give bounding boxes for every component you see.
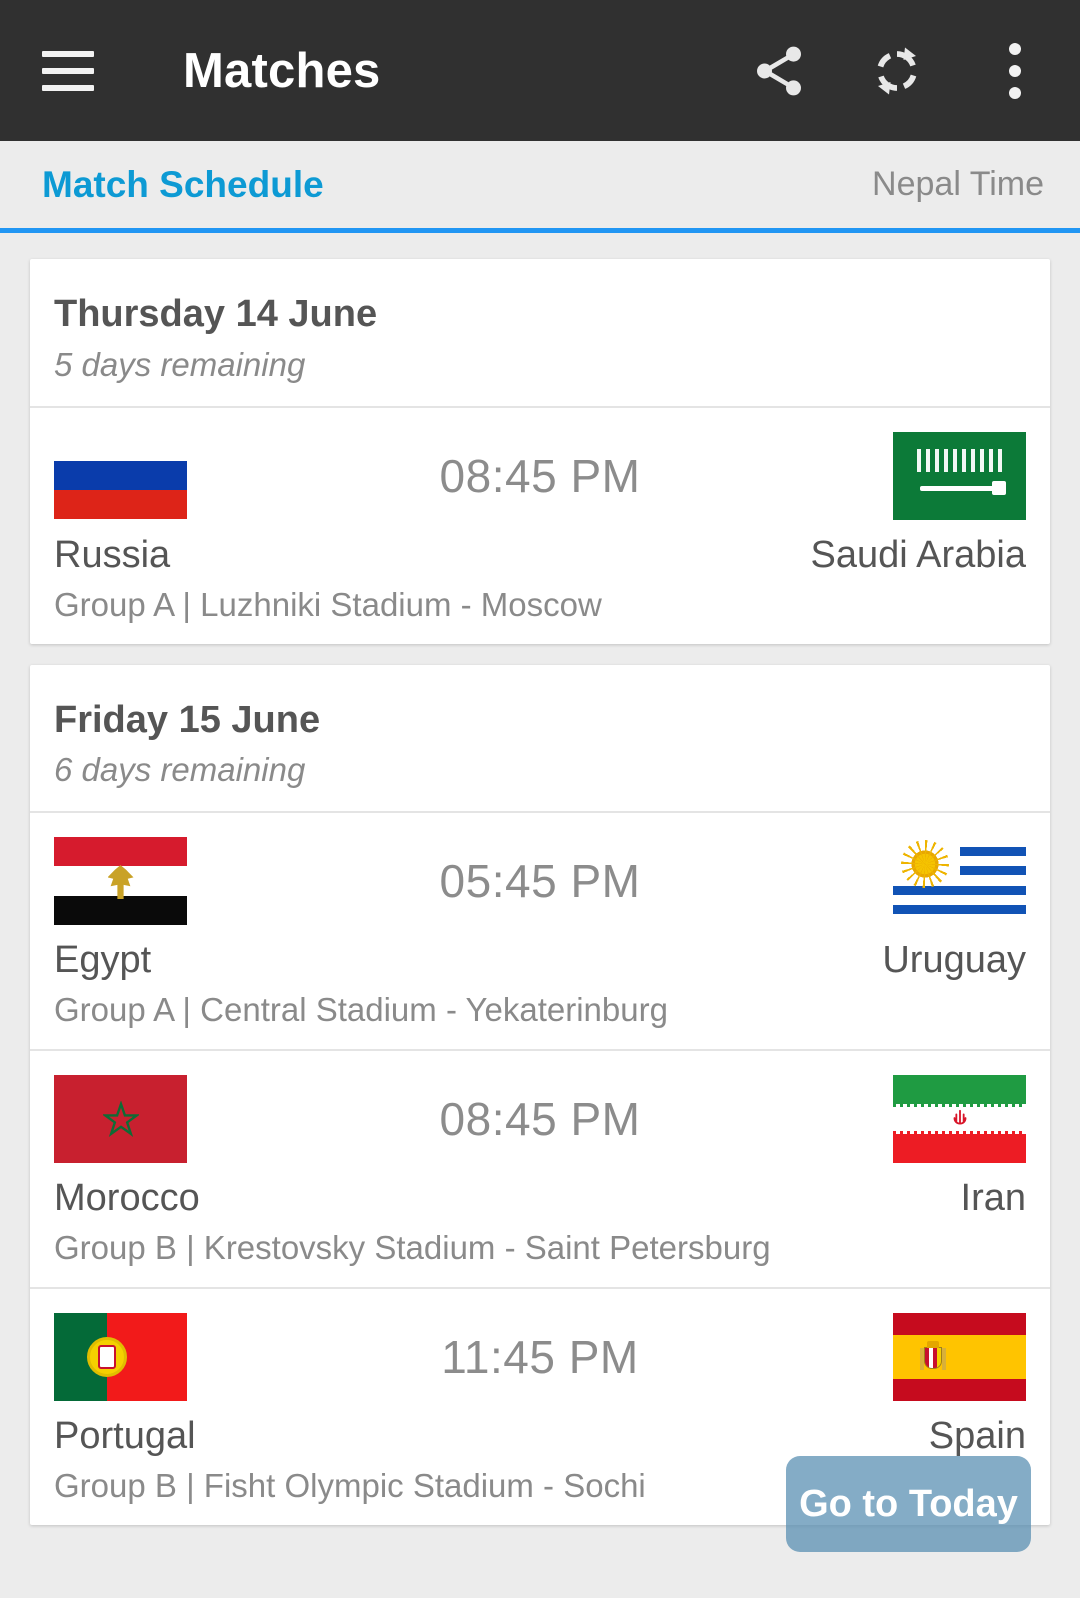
away-team-name: Saudi Arabia: [810, 533, 1027, 576]
flag-saudi-arabia: [893, 431, 1026, 520]
flag-spain: [893, 1313, 1026, 1401]
match-row[interactable]: 08:45 PM Russia Saudi Arabia Group A | L…: [30, 405, 1050, 644]
home-flag-container: [54, 431, 187, 520]
day-header: Friday 15 June 6 days remaining: [30, 665, 1050, 812]
match-top: 08:45 PM: [54, 430, 1026, 522]
match-time: 11:45 PM: [441, 1331, 639, 1383]
match-top: 05:45 PM: [54, 835, 1026, 927]
match-team-names: Russia Saudi Arabia: [54, 534, 1026, 577]
day-remaining: 6 days remaining: [54, 751, 306, 789]
timezone-label: Nepal Time: [872, 165, 1044, 203]
hamburger-menu-icon[interactable]: [42, 50, 94, 91]
flag-iran: [893, 1075, 1026, 1163]
match-meta: Group A | Luzhniki Stadium - Moscow: [54, 585, 602, 623]
match-top: 08:45 PM: [54, 1073, 1026, 1165]
flag-portugal: [54, 1313, 187, 1401]
day-date: Thursday 14 June: [54, 293, 378, 335]
home-flag-container: [54, 837, 187, 925]
app-bar: Matches: [0, 0, 1080, 141]
kebab-dot: [1009, 86, 1021, 99]
away-flag-container: [893, 1313, 1026, 1401]
away-flag-container: [893, 1075, 1026, 1163]
match-schedule-list[interactable]: Thursday 14 June 5 days remaining 08:45 …: [0, 238, 1080, 1598]
kebab-dot: [1009, 42, 1021, 55]
home-team-name: Egypt: [54, 939, 152, 981]
home-flag-container: [54, 1313, 187, 1401]
day-remaining: 5 days remaining: [54, 345, 306, 383]
flag-morocco: [54, 1075, 187, 1163]
match-row[interactable]: 05:45 PM Egypt Uruguay Group A | Central…: [30, 811, 1050, 1049]
match-row[interactable]: 08:45 PM Morocco Iran Group B | Krestovs…: [30, 1049, 1050, 1287]
hamburger-line: [42, 67, 94, 74]
morocco-star: [102, 1101, 139, 1137]
match-team-names: Portugal Spain: [54, 1415, 1026, 1458]
flag-egypt: [54, 837, 187, 925]
more-vertical-icon[interactable]: [984, 40, 1046, 102]
home-team-name: Portugal: [54, 1415, 196, 1457]
day-card: Friday 15 June 6 days remaining 05:45 PM: [30, 664, 1050, 1525]
home-team-name: Morocco: [54, 1177, 200, 1219]
kebab-dot: [1009, 64, 1021, 77]
match-top: 11:45 PM: [54, 1311, 1026, 1403]
day-card: Thursday 14 June 5 days remaining 08:45 …: [30, 259, 1050, 644]
share-icon[interactable]: [748, 40, 810, 102]
match-time: 08:45 PM: [439, 1093, 641, 1145]
flag-uruguay: [893, 837, 1026, 925]
home-flag-container: [54, 1075, 187, 1163]
match-team-names: Morocco Iran: [54, 1177, 1026, 1220]
match-team-names: Egypt Uruguay: [54, 939, 1026, 982]
iran-emblem: [949, 1107, 971, 1131]
tab-bar: Match Schedule Nepal Time: [0, 141, 1080, 233]
match-meta: Group B | Krestovsky Stadium - Saint Pet…: [54, 1229, 771, 1266]
away-flag-container: [893, 431, 1026, 520]
away-team-name: Uruguay: [882, 939, 1026, 981]
away-team-name: Spain: [928, 1415, 1026, 1457]
tab-match-schedule[interactable]: Match Schedule: [42, 164, 324, 206]
match-time: 08:45 PM: [439, 449, 641, 502]
day-date: Friday 15 June: [54, 698, 321, 741]
app-bar-actions: [748, 40, 1046, 102]
refresh-icon[interactable]: [866, 40, 928, 102]
go-to-today-button[interactable]: Go to Today: [786, 1456, 1031, 1552]
hamburger-line: [42, 50, 94, 57]
hamburger-line: [42, 84, 94, 91]
kebab-dots: [1009, 42, 1021, 99]
spain-coat-of-arms: [919, 1341, 946, 1373]
day-header: Thursday 14 June 5 days remaining: [30, 259, 1050, 406]
away-flag-container: [893, 837, 1026, 925]
away-team-name: Iran: [960, 1177, 1026, 1219]
flag-russia: [54, 431, 187, 520]
home-team-name: Russia: [54, 533, 171, 576]
match-time: 05:45 PM: [439, 855, 641, 907]
match-meta: Group A | Central Stadium - Yekaterinbur…: [54, 991, 668, 1028]
page-title: Matches: [183, 43, 381, 98]
